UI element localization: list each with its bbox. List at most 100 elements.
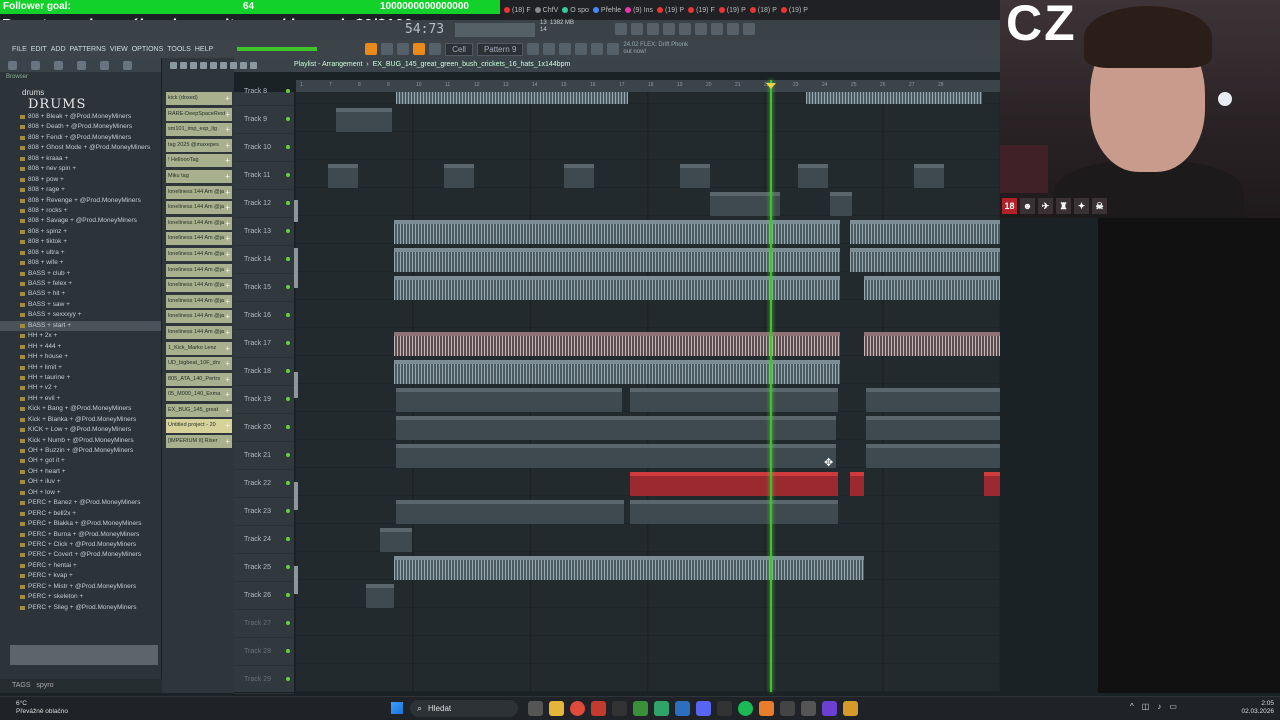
track-led-icon[interactable] (286, 677, 290, 681)
track-led-icon[interactable] (286, 285, 290, 289)
track-led-icon[interactable] (286, 621, 290, 625)
chat-icon[interactable] (711, 23, 723, 35)
volume-icon[interactable]: ♪ (1157, 702, 1161, 711)
playlist-clip[interactable]: loneliness 144 Am @jayBhzn @prodbymiko #… (806, 92, 982, 104)
channel-button[interactable]: sm101_imp_exp_lig (166, 123, 232, 137)
channel-button[interactable]: loneliness 144 Am @ja (166, 232, 232, 246)
playlist-clip[interactable]: sm101_imp_exp_light_06 (394, 556, 864, 580)
spotify-icon[interactable] (738, 701, 753, 716)
playlist-clip[interactable]: [IMPERIUM II] Hihat - Poppin (850, 472, 864, 496)
channel-button[interactable]: loneliness 144 Am @ja (166, 185, 232, 199)
playlist-clip[interactable]: loneliness 144 Am @jayBhzn @prodbymiko #… (336, 108, 392, 132)
track-header[interactable]: Track 28 (234, 638, 294, 666)
browser-tab[interactable]: (18) F (504, 7, 531, 14)
browser-item[interactable]: PERC + Mistr + @Prod.MoneyMiners (0, 582, 161, 592)
browser-item[interactable]: 808 + nev spin + (0, 164, 161, 174)
browser-item[interactable]: 808 + Fendi + @Prod.MoneyMiners (0, 133, 161, 143)
menu-patterns[interactable]: PATTERNS (70, 46, 106, 53)
track-led-icon[interactable] (286, 257, 290, 261)
browser-item[interactable]: HH + limit + (0, 363, 161, 373)
channel-rack-icon[interactable] (543, 43, 556, 55)
browser-tab[interactable]: (19) P (718, 7, 746, 14)
taskbar-clock[interactable]: 2:05 02.03.2026 (1234, 700, 1274, 716)
browser-item[interactable]: 808 + tiktok + (0, 237, 161, 247)
menu-add[interactable]: ADD (51, 46, 66, 53)
track-header[interactable]: Track 27 (234, 610, 294, 638)
playlist-clip[interactable]: EX_BUG_1_1x144bpm (394, 360, 840, 384)
playlist-clip[interactable]: IMP_clo (366, 584, 394, 608)
browser-item[interactable]: 808 + rocks + (0, 206, 161, 216)
news-hint[interactable]: 24.02 FLEX: Drift Phonk out now! (623, 42, 688, 56)
app-icon-green[interactable] (633, 701, 648, 716)
channel-button[interactable]: RARE-DeepSpaceRest (166, 107, 232, 121)
mute-tool-icon[interactable] (200, 61, 207, 69)
playlist-clip[interactable]: Pattern 10 (396, 500, 624, 524)
browser-tab[interactable]: (19) P (657, 7, 684, 14)
file-explorer-icon[interactable] (549, 701, 564, 716)
browser-item[interactable]: BASS + felex + (0, 279, 161, 289)
channel-button[interactable]: 1_Kick_Marko Lenz (166, 341, 232, 355)
browser-item[interactable]: HH + house + (0, 352, 161, 362)
channel-button[interactable]: tag 2025 @maxepes (166, 138, 232, 152)
browser-cloud-icon[interactable] (100, 60, 109, 70)
track-header[interactable]: Track 17 (234, 330, 294, 358)
browser-item[interactable]: PERC + kvap + (0, 571, 161, 581)
playhead[interactable] (770, 80, 772, 692)
record-icon[interactable] (631, 23, 643, 35)
taskbar-search[interactable]: ⌕ Hledat (410, 700, 518, 717)
browser-item[interactable]: HH + 2x + (0, 331, 161, 341)
plugin-picker-icon[interactable] (607, 43, 620, 55)
channel-button[interactable]: UD_bigbeat_10F_drv (166, 357, 232, 371)
excel-icon[interactable] (654, 701, 669, 716)
track-header[interactable]: Track 29 (234, 666, 294, 694)
network-icon[interactable]: ◫ (1142, 702, 1150, 711)
playlist-clip[interactable]: lon..u #+ (328, 164, 358, 188)
menu-file[interactable]: FILE (12, 46, 27, 53)
track-led-icon[interactable] (286, 173, 290, 177)
track-led-icon[interactable] (286, 313, 290, 317)
master-volume-slider[interactable] (237, 47, 318, 51)
browser-tab[interactable]: (19) P (780, 7, 808, 14)
browser-item[interactable]: PERC + Banez + @Prod.MoneyMiners (0, 498, 161, 508)
playlist-clip[interactable]: EX_BUG_1_1x144bpm (394, 332, 840, 356)
draw-tool-icon[interactable] (170, 61, 177, 69)
browser-item[interactable]: OH + heart + (0, 467, 161, 477)
browser-plugin-icon[interactable] (54, 60, 63, 70)
terminal-icon[interactable] (717, 701, 732, 716)
menu-help[interactable]: HELP (195, 46, 213, 53)
playlist-clip[interactable]: lon..u #+ (444, 164, 474, 188)
browser-all-icon[interactable] (8, 60, 17, 70)
fl-studio-icon[interactable] (759, 701, 774, 716)
playlist-clip[interactable]: lon..u #+ (680, 164, 710, 188)
playlist-clip[interactable]: Pattern 10 (630, 500, 838, 524)
browser-item[interactable]: PERC + skeleton + (0, 592, 161, 602)
menu-tools[interactable]: TOOLS (167, 46, 191, 53)
channel-button[interactable]: ! HelloooTag (166, 154, 232, 168)
browser-tab[interactable]: (18) P (749, 7, 777, 14)
channel-button[interactable]: EX_BUG_145_great (166, 403, 232, 417)
delete-tool-icon[interactable] (190, 61, 197, 69)
channel-button[interactable]: Miku tag (166, 169, 232, 184)
browser-star-icon[interactable] (123, 60, 132, 70)
track-header[interactable]: Track 8 (234, 78, 294, 106)
browser-item[interactable]: 808 + ultra + (0, 248, 161, 258)
steam-icon[interactable] (675, 701, 690, 716)
browser-item[interactable]: HH + v2 + (0, 383, 161, 393)
browser-item[interactable]: PERC + bell2x + (0, 509, 161, 519)
browser-item[interactable]: 808 + Bleak + @Prod.MoneyMiners (0, 112, 161, 122)
track-led-icon[interactable] (286, 565, 290, 569)
track-header[interactable]: Track 16 (234, 302, 294, 330)
browser-item[interactable]: 808 + Ghost Mode + @Prod.MoneyMiners (0, 143, 161, 153)
track-led-icon[interactable] (286, 453, 290, 457)
browser-item[interactable]: HH + 444 + (0, 342, 161, 352)
menu-edit[interactable]: EDIT (31, 46, 47, 53)
app-icon-orange[interactable] (843, 701, 858, 716)
start-icon[interactable] (391, 702, 403, 714)
playlist-clip[interactable]: lon..u #+ (798, 164, 828, 188)
track-led-icon[interactable] (286, 369, 290, 373)
timeline-ruler[interactable]: 1 7 8 9 10 11 12 13 14 15 16 17 18 19 20 21 22 23 24 25 26 27… (296, 80, 1086, 92)
track-header[interactable]: Track 19 (234, 386, 294, 414)
browser-item[interactable]: HH + evil + (0, 394, 161, 404)
playlist-clip[interactable]: lon..u #+ (914, 164, 944, 188)
track-led-icon[interactable] (286, 229, 290, 233)
